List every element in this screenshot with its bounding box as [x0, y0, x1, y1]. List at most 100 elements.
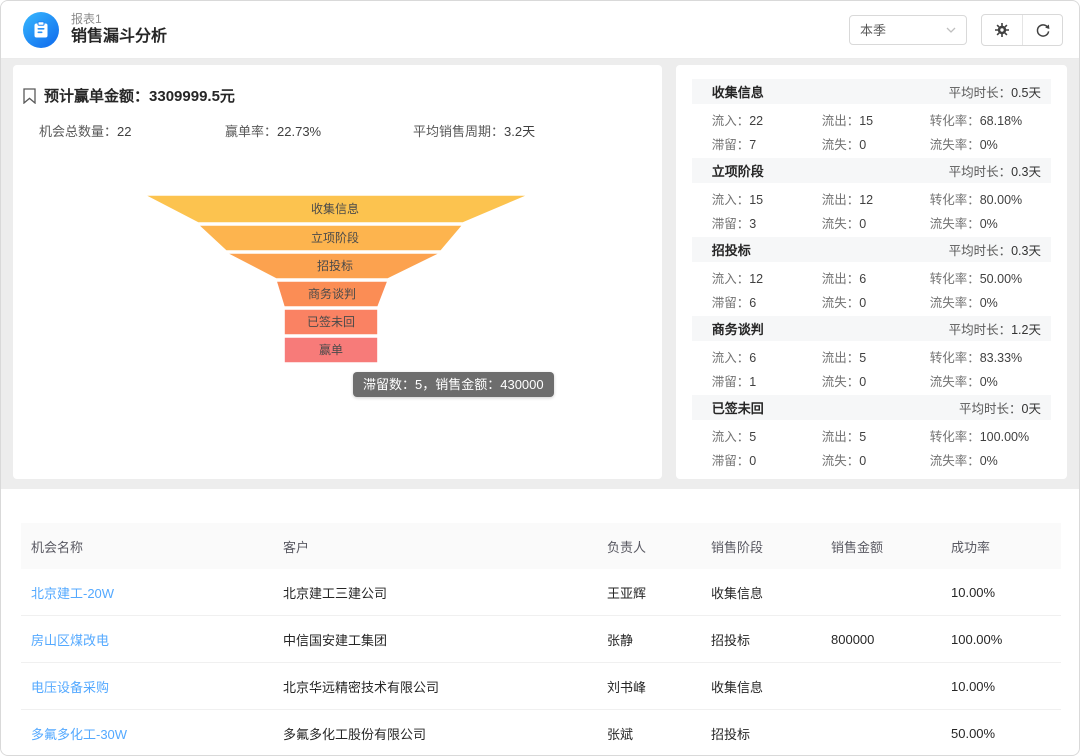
metric-inflow: 流入：22: [712, 110, 822, 129]
metric-inflow: 流入：12: [712, 268, 822, 287]
stage-name: 立项阶段: [712, 161, 764, 180]
opportunity-table-panel: 机会名称 客户 负责人 销售阶段 销售金额 成功率 北京建工-20W 北京建工三…: [1, 489, 1079, 755]
opportunity-link[interactable]: 多氟多化工-30W: [21, 724, 273, 743]
header: 报表1 销售漏斗分析 本季: [1, 1, 1079, 59]
cell-customer: 多氟多化工股份有限公司: [273, 724, 597, 743]
funnel-stage-label: 赢单: [319, 342, 343, 357]
report-logo: [23, 12, 59, 48]
metric-stay: 滞留：3: [712, 213, 822, 232]
funnel-stage-label: 收集信息: [311, 201, 359, 216]
cell-owner: 刘书峰: [597, 677, 701, 696]
period-select[interactable]: 本季: [849, 15, 967, 45]
table-row[interactable]: 北京建工-20W 北京建工三建公司 王亚辉 收集信息 10.00%: [21, 569, 1061, 616]
metric-outflow: 流出：5: [822, 347, 930, 366]
cell-amount: 800000: [821, 632, 941, 647]
metric-conversion: 转化率：50.00%: [930, 268, 1051, 287]
summary-stat: 赢单率：22.73%: [225, 121, 321, 140]
stage-section-header: 立项阶段 平均时长：0.3天: [692, 158, 1051, 183]
column-header: 客户: [273, 537, 597, 556]
stage-metrics-row: 流入：6 流出：5 转化率：83.33%: [692, 344, 1051, 368]
funnel-card: 预计赢单金额：3309999.5元 机会总数量：22 赢单率：22.73% 平均…: [13, 65, 662, 479]
stage-section-header: 招投标 平均时长：0.3天: [692, 237, 1051, 262]
stage-metrics-row: 流入：5 流出：5 转化率：100.00%: [692, 423, 1051, 447]
stage-metrics-row: 滞留：0 流失：0 流失率：0%: [692, 447, 1051, 471]
stage-metrics-row: 流入：22 流出：15 转化率：68.18%: [692, 107, 1051, 131]
stage-section: 招投标 平均时长：0.3天 流入：12 流出：6 转化率：50.00% 滞留：6…: [692, 237, 1051, 313]
metric-outflow: 流出：6: [822, 268, 930, 287]
cell-rate: 50.00%: [941, 726, 1061, 741]
metric-stay: 滞留：0: [712, 450, 822, 469]
table-row[interactable]: 房山区煤改电 中信国安建工集团 张静 招投标 800000 100.00%: [21, 616, 1061, 663]
summary-stat: 平均销售周期：3.2天: [413, 121, 535, 140]
metric-inflow: 流入：15: [712, 189, 822, 208]
metric-lost: 流失：0: [822, 213, 930, 232]
funnel-stage-label: 已签未回: [307, 314, 355, 329]
stage-metrics-row: 流入：15 流出：12 转化率：80.00%: [692, 186, 1051, 210]
metric-lost-rate: 流失率：0%: [930, 213, 1051, 232]
metric-outflow: 流出：12: [822, 189, 930, 208]
metric-lost: 流失：0: [822, 292, 930, 311]
stage-section-header: 商务谈判 平均时长：1.2天: [692, 316, 1051, 341]
cell-owner: 王亚辉: [597, 583, 701, 602]
stage-section: 收集信息 平均时长：0.5天 流入：22 流出：15 转化率：68.18% 滞留…: [692, 79, 1051, 155]
metric-stay: 滞留：7: [712, 134, 822, 153]
funnel-stage-label: 招投标: [317, 258, 353, 273]
opportunity-link[interactable]: 北京建工-20W: [21, 583, 273, 602]
funnel-stage-label: 商务谈判: [308, 286, 356, 301]
stage-avg-duration: 平均时长：1.2天: [949, 319, 1041, 338]
metric-lost-rate: 流失率：0%: [930, 292, 1051, 311]
report-label: 报表1: [71, 12, 167, 27]
refresh-button[interactable]: [1022, 15, 1062, 45]
app-window: 报表1 销售漏斗分析 本季: [0, 0, 1080, 756]
page-title: 销售漏斗分析: [71, 27, 167, 47]
gear-icon: [994, 22, 1010, 38]
table-row[interactable]: 多氟多化工-30W 多氟多化工股份有限公司 张斌 招投标 50.00%: [21, 710, 1061, 755]
cell-stage: 收集信息: [701, 677, 821, 696]
metric-lost-rate: 流失率：0%: [930, 371, 1051, 390]
stage-section-header: 收集信息 平均时长：0.5天: [692, 79, 1051, 104]
stage-metrics-panel: 收集信息 平均时长：0.5天 流入：22 流出：15 转化率：68.18% 滞留…: [676, 65, 1067, 479]
summary-stat: 机会总数量：22: [39, 121, 131, 140]
cell-stage: 招投标: [701, 724, 821, 743]
metric-outflow: 流出：5: [822, 426, 930, 445]
opportunity-link[interactable]: 电压设备采购: [21, 677, 273, 696]
cell-stage: 招投标: [701, 630, 821, 649]
stage-metrics-row: 滞留：3 流失：0 流失率：0%: [692, 210, 1051, 234]
stage-section: 商务谈判 平均时长：1.2天 流入：6 流出：5 转化率：83.33% 滞留：1…: [692, 316, 1051, 392]
settings-button[interactable]: [982, 15, 1022, 45]
metric-inflow: 流入：6: [712, 347, 822, 366]
metric-lost: 流失：0: [822, 134, 930, 153]
toolbar-button-group: [981, 14, 1063, 46]
table-row[interactable]: 电压设备采购 北京华远精密技术有限公司 刘书峰 收集信息 10.00%: [21, 663, 1061, 710]
metric-conversion: 转化率：83.33%: [930, 347, 1051, 366]
cell-customer: 北京华远精密技术有限公司: [273, 677, 597, 696]
opportunity-link[interactable]: 房山区煤改电: [21, 630, 273, 649]
stage-name: 招投标: [712, 240, 751, 259]
stage-metrics-row: 流入：12 流出：6 转化率：50.00%: [692, 265, 1051, 289]
summary-stats: 机会总数量：22 赢单率：22.73% 平均销售周期：3.2天: [13, 121, 662, 141]
stage-name: 商务谈判: [712, 319, 764, 338]
cell-owner: 张静: [597, 630, 701, 649]
bookmark-icon: [23, 88, 36, 104]
metric-lost-rate: 流失率：0%: [930, 134, 1051, 153]
metric-lost: 流失：0: [822, 371, 930, 390]
column-header: 机会名称: [21, 537, 273, 556]
metric-inflow: 流入：5: [712, 426, 822, 445]
refresh-icon: [1035, 22, 1051, 38]
stage-avg-duration: 平均时长：0.5天: [949, 82, 1041, 101]
stage-metrics-row: 滞留：7 流失：0 流失率：0%: [692, 131, 1051, 155]
metric-stay: 滞留：6: [712, 292, 822, 311]
cell-rate: 100.00%: [941, 632, 1061, 647]
cell-rate: 10.00%: [941, 679, 1061, 694]
metric-lost-rate: 流失率：0%: [930, 450, 1051, 469]
stage-metrics-row: 滞留：6 流失：0 流失率：0%: [692, 289, 1051, 313]
metric-conversion: 转化率：80.00%: [930, 189, 1051, 208]
column-header: 负责人: [597, 537, 701, 556]
table-body: 北京建工-20W 北京建工三建公司 王亚辉 收集信息 10.00% 房山区煤改电…: [21, 569, 1061, 755]
cell-customer: 北京建工三建公司: [273, 583, 597, 602]
column-header: 成功率: [941, 537, 1061, 556]
column-header: 销售阶段: [701, 537, 821, 556]
funnel-tooltip: 滞留数：5，销售金额：430000: [353, 372, 554, 397]
metric-conversion: 转化率：100.00%: [930, 426, 1051, 445]
stage-avg-duration: 平均时长：0.3天: [949, 240, 1041, 259]
